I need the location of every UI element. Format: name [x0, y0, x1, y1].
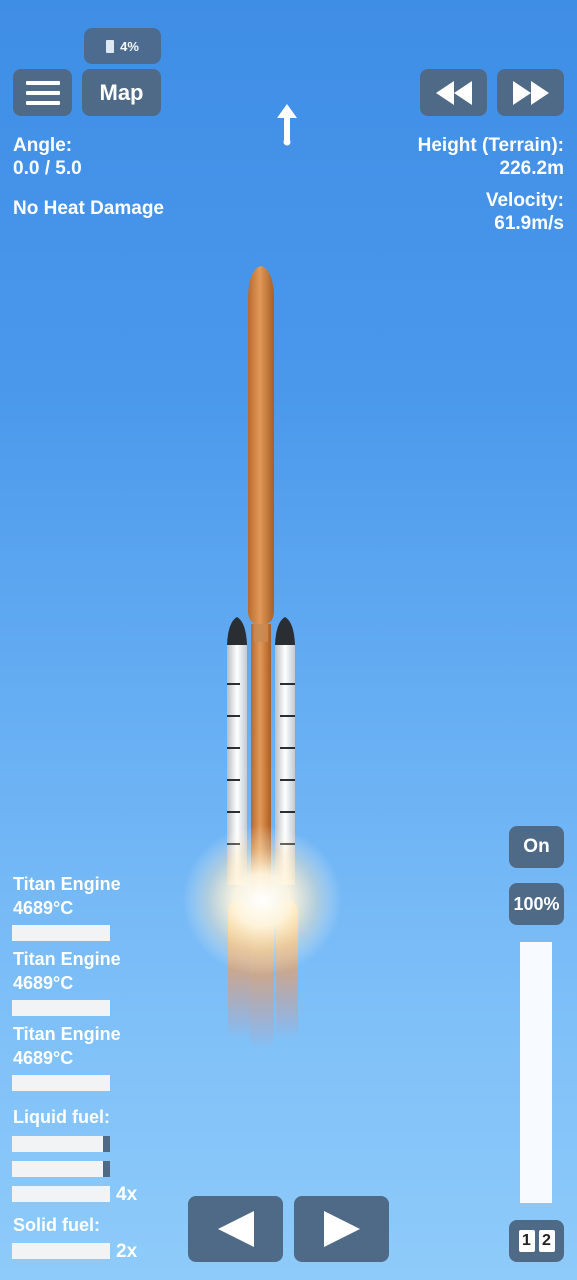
rotate-left-button[interactable]	[188, 1196, 283, 1262]
solid-fuel-multiplier: 2x	[116, 1241, 138, 1262]
angle-label: Angle:	[13, 135, 73, 156]
heat-status: No Heat Damage	[13, 198, 164, 219]
map-button-label: Map	[99, 79, 144, 105]
engine-toggle-label: On	[523, 836, 550, 857]
stage-number-1: 1	[518, 1230, 535, 1252]
liquid-fuel-bar-3	[12, 1186, 110, 1202]
menu-button[interactable]	[13, 69, 72, 116]
height-value: 226.2m	[499, 158, 564, 179]
map-button[interactable]: Map	[82, 69, 161, 116]
slow-down-button[interactable]	[420, 69, 487, 116]
direction-arrow-icon	[277, 104, 297, 146]
triangle-left-icon	[217, 1211, 254, 1247]
throttle-percent-label: 100%	[513, 893, 560, 914]
angle-value: 0.0 / 5.0	[13, 158, 82, 179]
engine-2-name: Titan Engine	[13, 949, 121, 969]
engine-3-name: Titan Engine	[13, 1024, 121, 1044]
liquid-fuel-bar-2	[12, 1161, 110, 1177]
engine-3-temp: 4689°C	[13, 1048, 74, 1068]
hamburger-icon	[25, 80, 60, 105]
rewind-icon	[435, 80, 472, 105]
throttle-slider[interactable]	[520, 942, 552, 1203]
battery-label: 4%	[120, 38, 139, 54]
stage-indicator[interactable]: 1 2	[509, 1220, 564, 1262]
battery-indicator: 4%	[84, 28, 161, 64]
engine-3-heat-bar	[12, 1075, 110, 1091]
engine-toggle-button[interactable]: On	[509, 826, 564, 868]
engine-1-heat-bar	[12, 925, 110, 941]
liquid-fuel-bar-1-empty	[103, 1136, 110, 1152]
rotate-right-button[interactable]	[294, 1196, 389, 1262]
triangle-right-icon	[323, 1211, 360, 1247]
engine-2-heat-bar	[12, 1000, 110, 1016]
liquid-fuel-bar-1	[12, 1136, 110, 1152]
solid-fuel-bar	[12, 1243, 110, 1259]
throttle-percent-button[interactable]: 100%	[509, 883, 564, 925]
velocity-value: 61.9m/s	[494, 213, 564, 234]
velocity-label: Velocity:	[485, 190, 564, 211]
liquid-fuel-label: Liquid fuel:	[13, 1107, 110, 1127]
fast-forward-icon	[512, 80, 549, 105]
engine-1-temp: 4689°C	[13, 898, 74, 918]
liquid-fuel-multiplier: 4x	[116, 1184, 138, 1205]
engine-2-temp: 4689°C	[13, 973, 74, 993]
engine-1-name: Titan Engine	[13, 874, 121, 894]
rocket	[182, 266, 342, 1050]
battery-icon	[106, 39, 115, 53]
height-label: Height (Terrain):	[417, 135, 564, 156]
liquid-fuel-bar-2-empty	[103, 1161, 110, 1177]
speed-up-button[interactable]	[497, 69, 564, 116]
throttle-slider-fill	[520, 942, 552, 1203]
solid-fuel-label: Solid fuel:	[13, 1215, 100, 1235]
stage-number-2: 2	[538, 1230, 555, 1252]
